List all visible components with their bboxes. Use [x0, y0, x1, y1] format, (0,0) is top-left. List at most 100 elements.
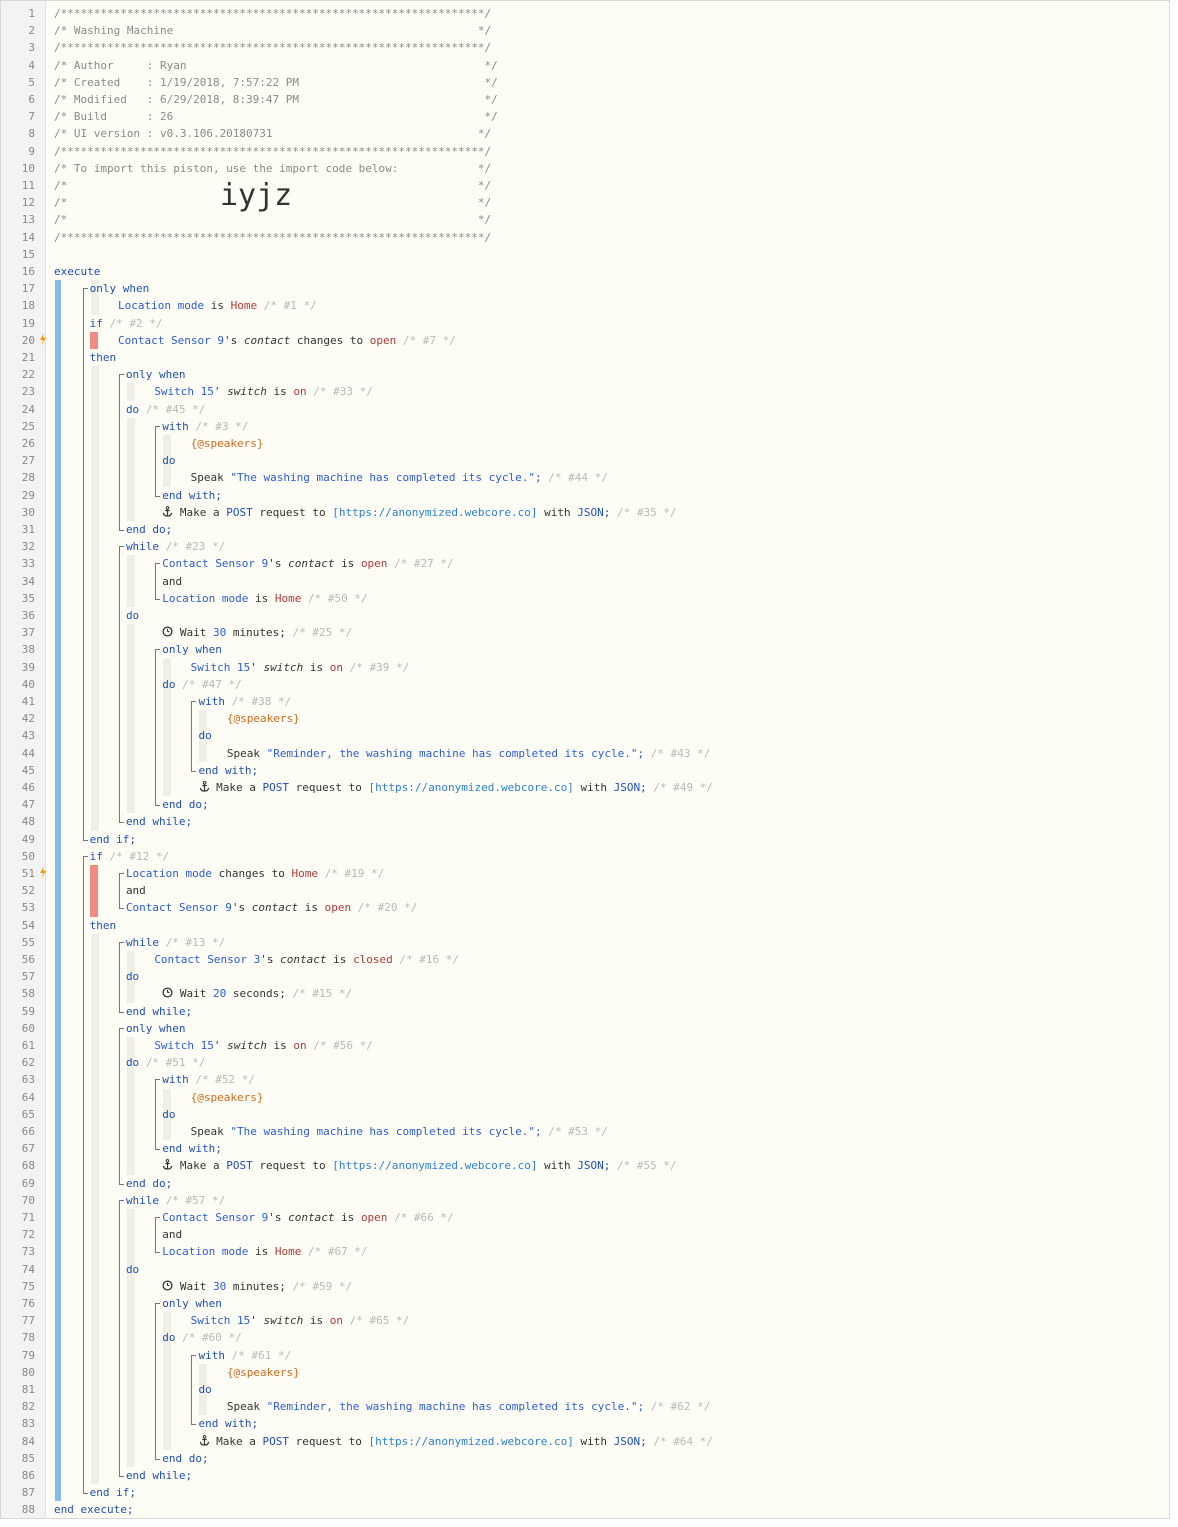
- code-line: 29 end with;: [1, 487, 1169, 504]
- do-keyword: do: [198, 1383, 212, 1396]
- line-number: 24: [21, 402, 35, 416]
- device-switch-15[interactable]: Switch 15: [191, 661, 251, 674]
- device-contact-sensor-9[interactable]: Contact Sensor 9: [126, 901, 232, 914]
- code-statement: with /* #38 */: [199, 693, 292, 710]
- device-switch-15[interactable]: Switch 15: [154, 1039, 214, 1052]
- line-number: 16: [21, 265, 35, 278]
- code-line: 75 Wait 30 minutes; /* #59 */: [1, 1278, 1169, 1295]
- line-number: 44: [21, 746, 35, 760]
- code-statement: only when: [126, 1020, 186, 1037]
- line-number: 57: [21, 970, 35, 984]
- attribute-contact: contact: [243, 333, 291, 347]
- comment: /* #7 */: [402, 333, 456, 347]
- with: with: [580, 781, 607, 794]
- comment: /* #57 */: [165, 1193, 226, 1207]
- speakers-variable[interactable]: {@speakers}: [227, 712, 300, 725]
- comment: /* #65 */: [349, 1314, 410, 1328]
- line-number: 36: [21, 609, 35, 622]
- comment: /* #35 */: [617, 505, 677, 519]
- end-with-keyword: end with;: [162, 1142, 222, 1156]
- speakers-variable[interactable]: {@speakers}: [227, 1366, 300, 1379]
- code-line: 13 /* */: [1, 211, 1169, 228]
- is: is: [309, 660, 324, 674]
- device-contact-sensor-9[interactable]: Contact Sensor 9: [162, 557, 268, 570]
- anchor-icon: [199, 780, 210, 797]
- comment: /* #67 */: [307, 1245, 368, 1259]
- execute-keyword: execute: [54, 265, 101, 278]
- on-value: on: [329, 660, 343, 674]
- request-url[interactable]: [https://anonymized.webcore.co]: [332, 506, 537, 519]
- possessive: ': [213, 385, 221, 399]
- open-value: open: [360, 557, 388, 571]
- piston-code-editor: 1 /**************************************…: [0, 0, 1170, 1519]
- code-line: 86 end while;: [1, 1467, 1169, 1484]
- code-line: 10 /* To import this piston, use the impo…: [1, 160, 1169, 177]
- code-statement: while /* #13 */: [126, 934, 225, 951]
- code-statement: do: [126, 1261, 139, 1278]
- device-switch-15[interactable]: Switch 15: [191, 1314, 251, 1327]
- code-statement: /***************************************…: [54, 39, 491, 56]
- do-keyword: do: [125, 1056, 140, 1070]
- code-statement: end execute;: [54, 1501, 133, 1518]
- end-with-keyword: end with;: [198, 1417, 259, 1431]
- wait-amount: 20: [212, 987, 227, 1001]
- request-url[interactable]: [https://anonymized.webcore.co]: [369, 781, 574, 794]
- location-mode[interactable]: Location mode: [162, 592, 248, 605]
- code-line: 70 while /* #57 */: [1, 1192, 1169, 1209]
- attribute-contact: contact: [280, 953, 327, 966]
- code-line: 3 /**************************************…: [1, 39, 1169, 56]
- line-number: 37: [21, 626, 35, 640]
- code-line: 38 only when: [1, 641, 1169, 658]
- line-number: 73: [21, 1245, 35, 1259]
- header-blank: /* */: [54, 213, 492, 227]
- possessive: 's: [260, 953, 274, 966]
- line-number: 45: [21, 763, 35, 777]
- speakers-variable[interactable]: {@speakers}: [191, 1091, 264, 1104]
- location-mode[interactable]: Location mode: [118, 299, 204, 312]
- device-switch-15[interactable]: Switch 15: [154, 385, 214, 398]
- code-line: 67 end with;: [1, 1140, 1169, 1157]
- comment: /* #25 */: [292, 626, 353, 640]
- code-statement: Contact Sensor 9's contact is open /* #2…: [126, 899, 417, 916]
- do-keyword: do: [125, 970, 140, 984]
- code-statement: Wait 30 minutes; /* #25 */: [162, 624, 352, 641]
- attribute-contact: contact: [251, 901, 299, 915]
- device-contact-sensor-9[interactable]: Contact Sensor 9: [162, 1211, 268, 1224]
- end-execute-keyword: end execute;: [54, 1503, 134, 1517]
- comment: /* #13 */: [165, 935, 226, 949]
- line-number: 64: [21, 1090, 35, 1104]
- speakers-variable[interactable]: {@speakers}: [191, 437, 264, 450]
- request-url[interactable]: [https://anonymized.webcore.co]: [332, 1159, 537, 1172]
- code-line: 27 do: [1, 452, 1169, 469]
- comment: /* #2 */: [109, 316, 163, 330]
- wait-command: Wait: [179, 1279, 207, 1293]
- line-number: 10: [21, 161, 35, 175]
- code-line: 69 end do;: [1, 1175, 1169, 1192]
- code-line: 85 end do;: [1, 1450, 1169, 1467]
- line-number: 15: [21, 247, 35, 261]
- end-do-keyword: end do;: [125, 1176, 173, 1190]
- comment: /* #49 */: [653, 781, 713, 794]
- request-url[interactable]: [https://anonymized.webcore.co]: [369, 1435, 574, 1448]
- code-statement: if /* #2 */: [90, 315, 163, 332]
- device-contact-sensor-9[interactable]: Contact Sensor 9: [118, 334, 224, 347]
- line-number: 72: [21, 1228, 35, 1242]
- line-number: 83: [21, 1417, 35, 1431]
- code-statement: /***************************************…: [54, 143, 491, 160]
- line-number: 51: [21, 867, 35, 880]
- make-a: Make a: [216, 1434, 256, 1448]
- device-contact-sensor-3[interactable]: Contact Sensor 3: [154, 953, 260, 966]
- code-line: 84 Make a POST request to [https://anony…: [1, 1433, 1169, 1450]
- possessive: 's: [268, 1211, 282, 1224]
- line-number: 48: [21, 815, 35, 829]
- only-when-keyword: only when: [125, 1021, 186, 1035]
- wait-amount: 30: [212, 626, 227, 640]
- location-mode[interactable]: Location mode: [162, 1245, 248, 1258]
- end-while-keyword: end while;: [125, 815, 193, 829]
- line-number: 80: [21, 1365, 35, 1379]
- code-statement: Contact Sensor 3's contact is closed /* …: [154, 951, 459, 968]
- code-line: 50 if /* #12 */: [1, 848, 1169, 865]
- code-statement: Speak "The washing machine has completed…: [191, 1123, 608, 1140]
- location-mode[interactable]: Location mode: [126, 867, 212, 880]
- comment: /* #62 */: [650, 1400, 711, 1414]
